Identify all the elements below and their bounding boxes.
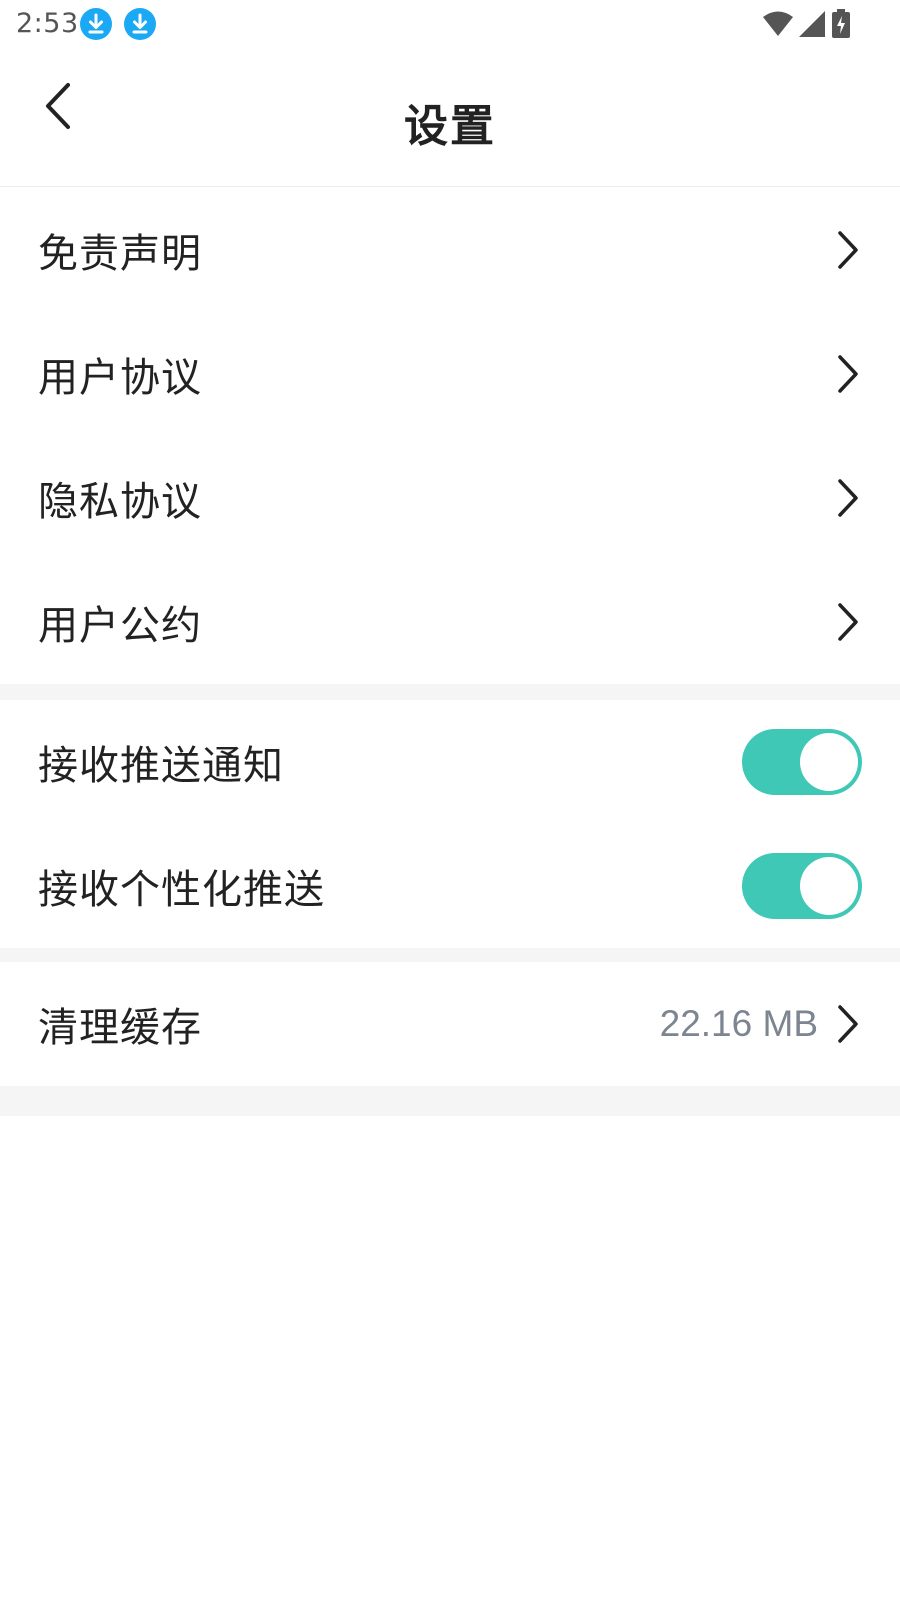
chevron-right-icon: [832, 1003, 862, 1045]
personalized-push-row: 接收个性化推送: [0, 824, 900, 948]
chevron-right-icon: [832, 353, 862, 395]
personalized-push-toggle[interactable]: [742, 853, 862, 919]
row-label: 免责声明: [38, 231, 202, 277]
signal-icon: [798, 10, 826, 38]
section-divider: [0, 948, 900, 962]
download-icon: [80, 8, 112, 40]
disclaimer-row[interactable]: 免责声明: [0, 188, 900, 312]
status-bar: 2:53: [0, 0, 900, 48]
user-agreement-row[interactable]: 用户协议: [0, 312, 900, 436]
row-label: 接收个性化推送: [38, 867, 325, 913]
push-notification-toggle[interactable]: [742, 729, 862, 795]
row-label: 用户公约: [38, 603, 202, 649]
status-time: 2:53: [16, 8, 79, 39]
row-label: 隐私协议: [38, 479, 202, 525]
page-title: 设置: [404, 101, 496, 152]
wifi-icon: [762, 10, 794, 38]
chevron-right-icon: [832, 229, 862, 271]
chevron-right-icon: [832, 477, 862, 519]
toggle-knob: [800, 733, 858, 791]
battery-charging-icon: [830, 9, 852, 39]
row-label: 接收推送通知: [38, 743, 284, 789]
toggle-knob: [800, 857, 858, 915]
chevron-right-icon: [832, 601, 862, 643]
row-label: 用户协议: [38, 355, 202, 401]
section-divider: [0, 684, 900, 700]
download-icon: [124, 8, 156, 40]
cache-size: 22.16 MB: [659, 1003, 818, 1044]
push-notification-row: 接收推送通知: [0, 700, 900, 824]
privacy-agreement-row[interactable]: 隐私协议: [0, 436, 900, 560]
clear-cache-row[interactable]: 清理缓存 22.16 MB: [0, 962, 900, 1086]
header: 设置: [0, 48, 900, 187]
section-divider: [0, 1086, 900, 1116]
row-label: 清理缓存: [38, 1005, 202, 1051]
status-icons: [762, 8, 852, 40]
user-convention-row[interactable]: 用户公约: [0, 560, 900, 684]
